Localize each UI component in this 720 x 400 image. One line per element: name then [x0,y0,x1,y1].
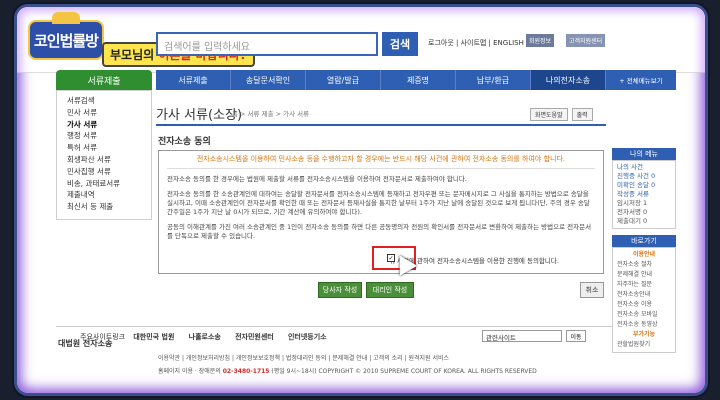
nav-item-payment[interactable]: 납부/환급 [456,70,531,90]
sidebar-item-civil[interactable]: 민사 서류 [67,107,151,119]
related-site-select[interactable]: 관련사이트 [482,330,562,342]
contact-prefix: 홈페이지 이용 · 장애문의 [158,368,223,375]
shortcut-header: 바로가기 [612,235,676,247]
sidebar-item-noncontentious[interactable]: 비송, 과태료서류 [67,178,151,190]
footer-link[interactable]: 인터넷등기소 [288,333,327,341]
footer-link[interactable]: 전자민원센터 [235,333,274,341]
sidebar-item-execution[interactable]: 민사집행 서류 [67,166,151,178]
subtitle-prefix: 부모님의 [110,48,159,62]
logo-text: 코인법률방 [33,31,99,50]
guide-list: 이용안내 전자소송 절차 문제해결 안내 자주하는 질문 전자소송안내 전자소송… [612,247,676,353]
nav-item-my-case[interactable]: 나의전자소송 [531,70,606,90]
consent-para-3: 공동의 이해관계를 가진 여러 소송관계인 중 1인이 전자소송 동의를 하면 … [167,223,592,240]
print-button[interactable]: 출력 [571,108,593,121]
consent-para-2: 전자소송 동의를 한 소송관계인에 대하여는 송달할 전자문서를 전자소송시스템… [167,190,590,216]
footer-contact: 홈페이지 이용 · 장애문의 02-3480-1715 (평일 9시~18시) … [158,366,537,375]
consent-warning: 전자소송시스템을 이용하여 민사소송 등을 수행하고자 할 경우에는 반드시 해… [167,155,595,169]
my-case-link[interactable]: 나의 사건 [617,163,671,172]
sidebar-item-latest[interactable]: 최신서 등 제출 [67,201,151,213]
search-button[interactable]: 검색 [382,32,418,56]
page-title: 가사 서류(소장) [156,108,243,123]
sidebar-list: 서류검색 민사 서류 가사 서류 행정 서류 특허 서류 회생파산 서류 민사집… [56,90,152,220]
self-write-button[interactable]: 당사자 작성 [318,282,362,298]
extra-title: 부가기능 [632,331,656,338]
footer-policy-links[interactable]: 이용약관 | 개인정보처리방침 | 개인정보보호정책 | 법정대리인 동의 | … [158,353,449,362]
sidebar-header: 서류제출 [56,70,152,90]
go-button[interactable]: 이동 [566,330,586,342]
page-tools: 화면도움말 출력 [530,108,593,121]
title-divider [156,124,606,126]
drafting-link[interactable]: 작성중 서류 [617,190,671,199]
guide-title: 이용안내 [632,251,656,258]
cancel-button[interactable]: 취소 [580,282,604,298]
footer-link: 주요사이트링크 [80,333,126,341]
right-panel: 나의 메뉴 나의 사건 진행중 사건 0 미확인 송달 0 작성중 서류 임시저… [612,148,676,353]
nav-item-delivery[interactable]: 송달문서확인 [231,70,306,90]
section-title: 전자소송 동의 [158,137,211,147]
my-menu-list: 나의 사건 진행중 사건 0 미확인 송달 0 작성중 서류 임시저장 1 전자… [612,160,676,229]
pending-link[interactable]: 제출대기 0 [617,217,671,226]
support-center-button[interactable]: 고객지원센터 [566,34,606,47]
guide-item[interactable]: 전자소송 모바일 [617,310,671,320]
guide-item[interactable]: 전자소송 동영상 [617,320,671,330]
member-info-button[interactable]: 회원정보 [526,34,555,47]
footer-link[interactable]: 나홀로소송 [189,333,221,341]
guide-item[interactable]: 전자소송 이용 [617,300,671,310]
consent-para-1: 전자소송 동의를 한 경우에는 법원에 제출할 서류를 전자소송시스템을 이용하… [167,175,467,183]
sidebar-item-admin[interactable]: 행정 서류 [67,130,151,142]
footer-links: 주요사이트링크 대한민국 법원 나홀로소송 전자민원센터 인터넷등기소 [80,332,333,342]
contact-phone: 02-3480-1715 [222,368,270,375]
guide-item[interactable]: 관할법원찾기 [617,340,671,350]
sidebar-item-patent[interactable]: 특허 서류 [67,142,151,154]
e-sign-link[interactable]: 전자서명 0 [617,208,671,217]
footer-link[interactable]: 대한민국 법원 [133,333,174,341]
search-input[interactable]: 검색어를 입력하세요 [156,32,378,56]
in-progress-link[interactable]: 진행중 사건 0 [617,172,671,181]
show-logo: 코인법률방 [28,12,104,60]
nav-item-certificate[interactable]: 제증명 [381,70,456,90]
all-menu-button[interactable]: + 전체메뉴보기 [606,70,676,90]
util-links[interactable]: 로그아웃 | 사이트맵 | ENGLISH [428,38,524,48]
sidebar-item-search[interactable]: 서류검색 [67,95,151,107]
nav-item-submit[interactable]: 서류제출 [156,70,231,90]
unread-delivery-link[interactable]: 미확인 송달 0 [617,181,671,190]
proxy-write-button[interactable]: 대리인 작성 [366,282,414,298]
sidebar-item-family[interactable]: 가사 서류 [67,119,151,131]
nav-item-view[interactable]: 열람/발급 [306,70,381,90]
sidebar: 서류제출 서류검색 민사 서류 가사 서류 행정 서류 특허 서류 회생파산 서… [56,70,152,310]
temp-saved-link[interactable]: 임시저장 1 [617,199,671,208]
sidebar-item-bankruptcy[interactable]: 회생파산 서류 [67,154,151,166]
breadcrumb: 홈 > 서류 제출 > 가사 서류 [232,110,310,118]
sidebar-item-history[interactable]: 제출내역 [67,189,151,201]
guide-item[interactable]: 전자소송안내 [617,290,671,300]
guide-item[interactable]: 자주하는 질문 [617,280,671,290]
my-menu-header: 나의 메뉴 [612,148,676,160]
copyright: (평일 9시~18시) COPYRIGHT © 2010 SUPREME COU… [269,368,537,375]
guide-item[interactable]: 문제해결 안내 [617,270,671,280]
help-button[interactable]: 화면도움말 [530,108,568,121]
main-nav: 서류제출 송달문서확인 열람/발급 제증명 납부/환급 나의전자소송 [156,70,606,90]
guide-item[interactable]: 전자소송 절차 [617,260,671,270]
